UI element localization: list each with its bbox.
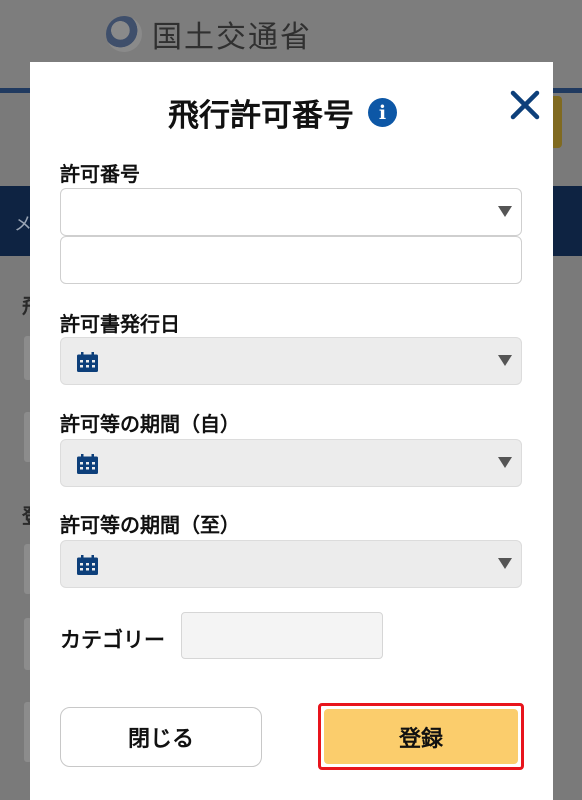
calendar-icon — [77, 555, 98, 575]
mlit-logo-mark-icon — [106, 16, 142, 52]
close-icon[interactable] — [508, 88, 542, 122]
register-button[interactable]: 登録 — [324, 709, 518, 764]
period-from-label: 許可等の期間（自） — [60, 412, 240, 436]
period-to-label: 許可等の期間（至） — [60, 513, 240, 537]
period-from-select[interactable] — [60, 439, 522, 487]
mlit-logo-text: 国土交通省 — [152, 20, 312, 55]
info-icon[interactable]: i — [368, 98, 397, 127]
chevron-down-icon — [498, 558, 512, 569]
category-label: カテゴリー — [60, 628, 165, 652]
permit-number-input[interactable] — [60, 236, 522, 284]
mlit-logo: 国土交通省 — [106, 14, 312, 55]
issue-date-select[interactable] — [60, 337, 522, 385]
period-to-select[interactable] — [60, 540, 522, 588]
close-button[interactable]: 閉じる — [60, 707, 262, 767]
calendar-icon — [77, 454, 98, 474]
modal-title: 飛行許可番号 — [168, 98, 354, 134]
category-input[interactable] — [181, 612, 383, 659]
permit-number-select[interactable] — [60, 188, 522, 236]
chevron-down-icon — [498, 457, 512, 468]
permit-number-modal: 飛行許可番号 i 許可番号 許可書発行日 許可等の期間（自） 許可等の期間（至）… — [30, 62, 553, 800]
permit-number-label: 許可番号 — [60, 162, 140, 186]
modal-header: 飛行許可番号 i — [168, 90, 397, 135]
chevron-down-icon — [498, 206, 512, 217]
issue-date-label: 許可書発行日 — [60, 312, 180, 336]
calendar-icon — [77, 352, 98, 372]
chevron-down-icon — [498, 355, 512, 366]
